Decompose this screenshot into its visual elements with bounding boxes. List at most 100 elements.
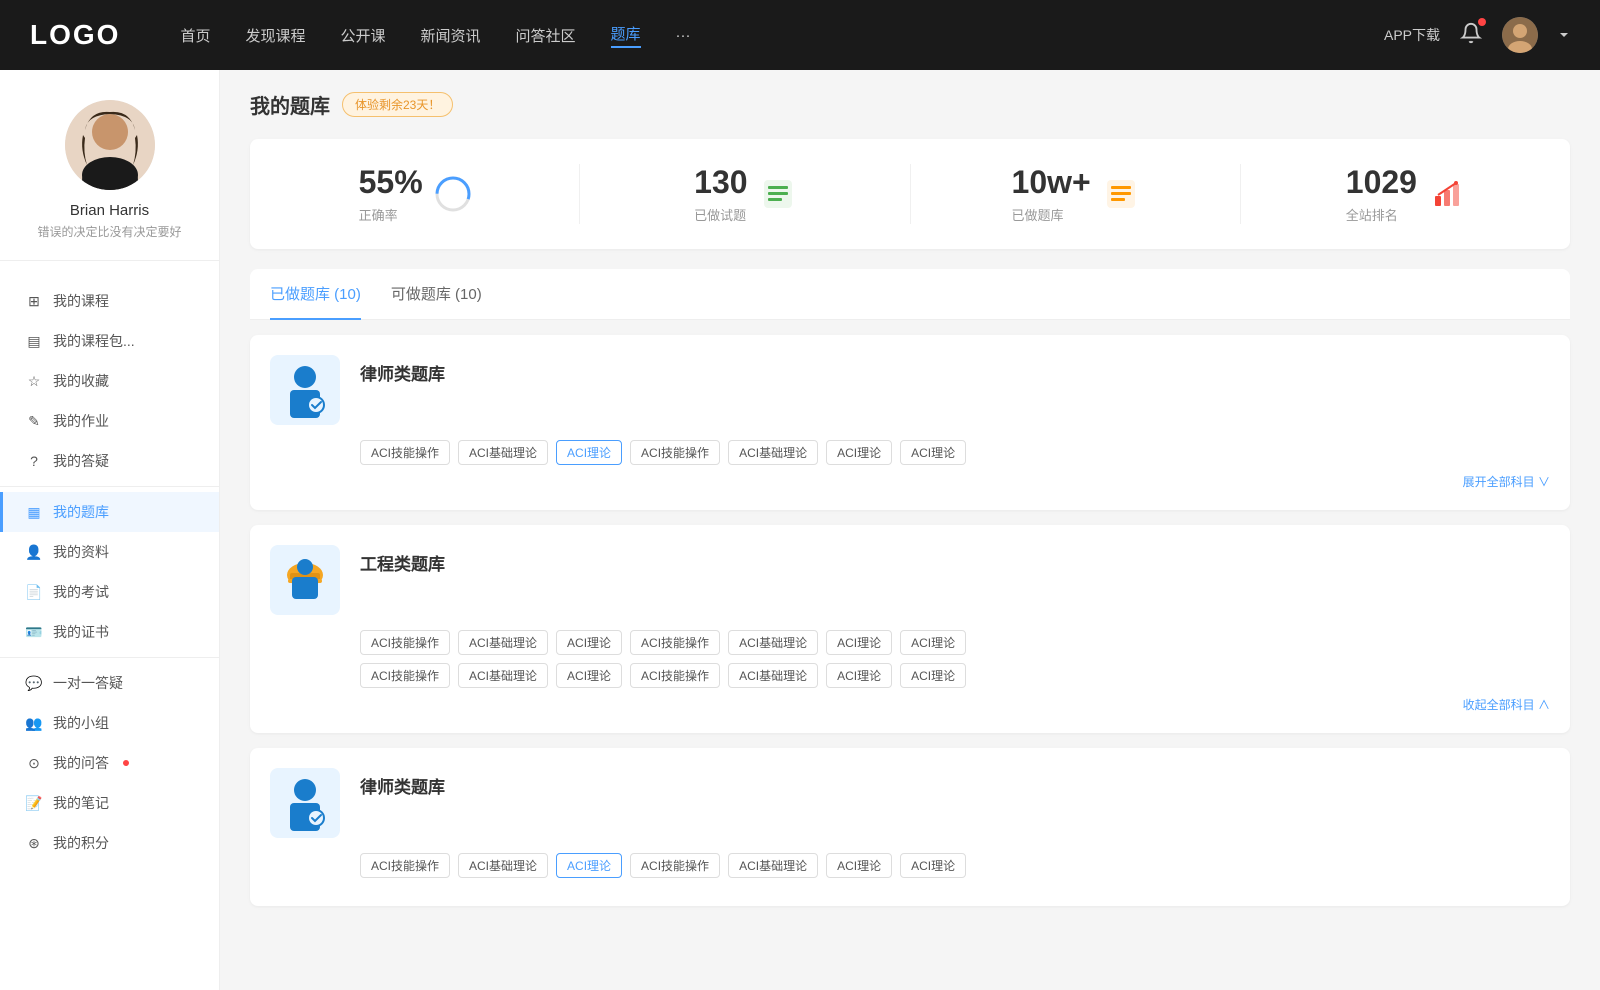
page-title: 我的题库: [250, 90, 330, 119]
qbank-header-2: 工程类题库: [270, 545, 1550, 615]
sidebar-item-notes-label: 我的笔记: [53, 793, 109, 813]
stat-rank-value: 1029: [1346, 164, 1417, 201]
sidebar-item-points[interactable]: ⊛ 我的积分: [0, 823, 219, 863]
stat-rank-label: 全站排名: [1346, 205, 1417, 224]
one-on-one-icon: 💬: [25, 674, 43, 692]
nav-opencourse[interactable]: 公开课: [340, 25, 385, 46]
tag-2-5[interactable]: ACI理论: [826, 630, 892, 655]
stat-rank: 1029 全站排名: [1241, 164, 1570, 224]
expand-btn-1[interactable]: 展开全部科目 ∨: [270, 473, 1550, 490]
nav-more[interactable]: ···: [676, 27, 691, 44]
stat-questions-done: 130 已做试题: [580, 164, 910, 224]
sidebar-item-questions-label: 我的问答: [53, 753, 109, 773]
notification-bell[interactable]: [1460, 22, 1482, 49]
tag-2b-1[interactable]: ACI基础理论: [458, 663, 548, 688]
chart-red-icon: [1429, 176, 1465, 212]
questions-badge: [123, 760, 129, 766]
nav-qa[interactable]: 问答社区: [516, 25, 576, 46]
tag-2b-2[interactable]: ACI理论: [556, 663, 622, 688]
tag-2b-0[interactable]: ACI技能操作: [360, 663, 450, 688]
qa-icon: ?: [25, 452, 43, 470]
qbank-icon-1: [270, 355, 340, 425]
sidebar-item-cert-label: 我的证书: [53, 622, 109, 642]
stat-accuracy-label: 正确率: [359, 205, 423, 224]
qbank-name-2: 工程类题库: [360, 545, 445, 575]
qbank-card-1: 律师类题库 ACI技能操作 ACI基础理论 ACI理论 ACI技能操作 ACI基…: [250, 335, 1570, 510]
sidebar-item-course[interactable]: ⊞ 我的课程: [0, 281, 219, 321]
course-icon: ⊞: [25, 292, 43, 310]
main-header: LOGO 首页 发现课程 公开课 新闻资讯 问答社区 题库 ··· APP下载: [0, 0, 1600, 70]
profile-section: Brian Harris 错误的决定比没有决定要好: [0, 100, 219, 261]
sidebar-item-questions[interactable]: ⊙ 我的问答: [0, 743, 219, 783]
user-avatar-large: [65, 100, 155, 190]
tag-2-2[interactable]: ACI理论: [556, 630, 622, 655]
sidebar-item-bank-label: 我的题库: [53, 502, 109, 522]
tag-3-1[interactable]: ACI基础理论: [458, 853, 548, 878]
sidebar-item-exam[interactable]: 📄 我的考试: [0, 572, 219, 612]
nav-news[interactable]: 新闻资讯: [421, 25, 481, 46]
sidebar-item-notes[interactable]: 📝 我的笔记: [0, 783, 219, 823]
homework-icon: ✎: [25, 412, 43, 430]
tab-available-banks[interactable]: 可做题库 (10): [391, 269, 482, 320]
collapse-btn-2[interactable]: 收起全部科目 ∧: [270, 696, 1550, 713]
tag-3-4[interactable]: ACI基础理论: [728, 853, 818, 878]
sidebar-item-docs-label: 我的资料: [53, 542, 109, 562]
qbank-header-3: 律师类题库: [270, 768, 1550, 838]
sidebar-item-package[interactable]: ▤ 我的课程包...: [0, 321, 219, 361]
tag-2b-3[interactable]: ACI技能操作: [630, 663, 720, 688]
tag-1-5[interactable]: ACI理论: [826, 440, 892, 465]
sidebar: Brian Harris 错误的决定比没有决定要好 ⊞ 我的课程 ▤ 我的课程包…: [0, 70, 220, 990]
tag-2b-5[interactable]: ACI理论: [826, 663, 892, 688]
user-name: Brian Harris: [70, 202, 149, 219]
tag-3-3[interactable]: ACI技能操作: [630, 853, 720, 878]
main-nav: 首页 发现课程 公开课 新闻资讯 问答社区 题库 ···: [180, 23, 1384, 48]
nav-discover[interactable]: 发现课程: [245, 25, 305, 46]
tag-1-2[interactable]: ACI理论: [556, 440, 622, 465]
user-avatar-header[interactable]: [1502, 17, 1538, 53]
tag-2-3[interactable]: ACI技能操作: [630, 630, 720, 655]
tag-3-0[interactable]: ACI技能操作: [360, 853, 450, 878]
tag-2b-4[interactable]: ACI基础理论: [728, 663, 818, 688]
sidebar-item-one-on-one[interactable]: 💬 一对一答疑: [0, 663, 219, 703]
sidebar-item-bank[interactable]: ▦ 我的题库: [0, 492, 219, 532]
stat-bank-done: 10w+ 已做题库: [911, 164, 1241, 224]
divider-1: [0, 486, 219, 487]
page-header: 我的题库 体验剩余23天！: [250, 90, 1570, 119]
sidebar-item-myqa[interactable]: ? 我的答疑: [0, 441, 219, 481]
tab-done-banks[interactable]: 已做题库 (10): [270, 269, 361, 320]
sidebar-item-homework[interactable]: ✎ 我的作业: [0, 401, 219, 441]
qbank-card-2: 工程类题库 ACI技能操作 ACI基础理论 ACI理论 ACI技能操作 ACI基…: [250, 525, 1570, 733]
avatar-dropdown-icon[interactable]: [1558, 29, 1570, 41]
tag-2-6[interactable]: ACI理论: [900, 630, 966, 655]
sidebar-item-points-label: 我的积分: [53, 833, 109, 853]
nav-home[interactable]: 首页: [180, 25, 210, 46]
exam-icon: 📄: [25, 583, 43, 601]
tag-2-1[interactable]: ACI基础理论: [458, 630, 548, 655]
questions-icon: ⊙: [25, 754, 43, 772]
divider-2: [0, 657, 219, 658]
sidebar-item-one-on-one-label: 一对一答疑: [53, 673, 123, 693]
tag-3-6[interactable]: ACI理论: [900, 853, 966, 878]
tag-1-4[interactable]: ACI基础理论: [728, 440, 818, 465]
tag-1-1[interactable]: ACI基础理论: [458, 440, 548, 465]
tag-3-5[interactable]: ACI理论: [826, 853, 892, 878]
tabs-row: 已做题库 (10) 可做题库 (10): [250, 269, 1570, 320]
logo: LOGO: [30, 19, 120, 51]
sidebar-item-favorites[interactable]: ☆ 我的收藏: [0, 361, 219, 401]
app-download-btn[interactable]: APP下载: [1384, 25, 1440, 45]
nav-bank[interactable]: 题库: [611, 23, 641, 48]
qbank-header-1: 律师类题库: [270, 355, 1550, 425]
sidebar-item-docs[interactable]: 👤 我的资料: [0, 532, 219, 572]
tag-1-3[interactable]: ACI技能操作: [630, 440, 720, 465]
qbank-card-3: 律师类题库 ACI技能操作 ACI基础理论 ACI理论 ACI技能操作 ACI基…: [250, 748, 1570, 906]
tag-1-6[interactable]: ACI理论: [900, 440, 966, 465]
tag-2-0[interactable]: ACI技能操作: [360, 630, 450, 655]
tag-1-0[interactable]: ACI技能操作: [360, 440, 450, 465]
tag-2b-6[interactable]: ACI理论: [900, 663, 966, 688]
tag-2-4[interactable]: ACI基础理论: [728, 630, 818, 655]
sidebar-item-group[interactable]: 👥 我的小组: [0, 703, 219, 743]
sidebar-item-cert[interactable]: 🪪 我的证书: [0, 612, 219, 652]
sidebar-menu: ⊞ 我的课程 ▤ 我的课程包... ☆ 我的收藏 ✎ 我的作业 ? 我的答疑 ▦: [0, 271, 219, 873]
tags-row-2a: ACI技能操作 ACI基础理论 ACI理论 ACI技能操作 ACI基础理论 AC…: [270, 630, 1550, 655]
tag-3-2[interactable]: ACI理论: [556, 853, 622, 878]
